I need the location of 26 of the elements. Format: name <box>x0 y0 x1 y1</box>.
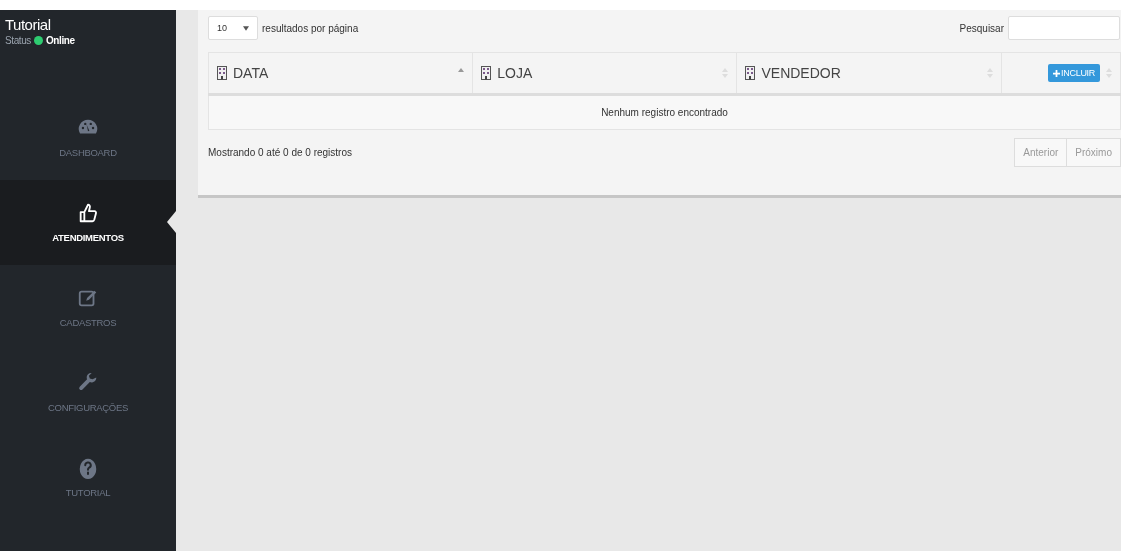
search-label: Pesquisar <box>959 22 1004 34</box>
nav-item[interactable]: ATENDIMENTOS <box>0 180 176 265</box>
dropdown-arrow-icon <box>243 25 249 31</box>
help-icon <box>77 457 99 479</box>
add-button[interactable]: INCLUIR <box>1048 64 1100 82</box>
thumbs-up-icon <box>77 202 99 224</box>
user-name: Tutorial <box>5 16 52 33</box>
building-icon <box>481 66 492 80</box>
column-header[interactable]: INCLUIR <box>1001 52 1121 95</box>
building-icon <box>217 66 227 80</box>
empty-message: Nenhum registro encontrado <box>208 94 1121 130</box>
page-size-label: resultados por página <box>262 22 359 34</box>
nav-item[interactable]: CONFIGURAÇÕES <box>0 350 176 435</box>
table-info: Mostrando 0 até 0 de 0 registros <box>208 147 352 158</box>
nav-item[interactable]: DASHBOARD <box>0 95 176 180</box>
column-header[interactable]: LOJA <box>472 52 737 95</box>
nav-item[interactable]: TUTORIAL <box>0 435 176 520</box>
page-size-select[interactable]: 10 <box>208 16 258 40</box>
status-text: Online <box>45 35 75 46</box>
search-field[interactable] <box>1008 16 1120 40</box>
nav-item[interactable]: CADASTROS <box>0 265 176 350</box>
column-header[interactable]: VENDEDOR <box>736 52 1002 95</box>
plus-icon <box>1053 69 1061 77</box>
status-label: Status <box>5 35 31 46</box>
building-icon <box>745 66 756 80</box>
column-header[interactable]: DATA <box>208 52 473 95</box>
